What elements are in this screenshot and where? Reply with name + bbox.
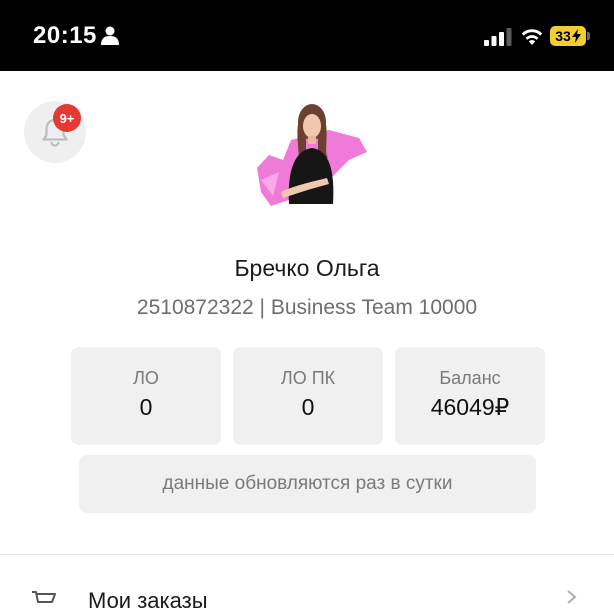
stat-card-lo-pk[interactable]: ЛО ПК 0	[233, 347, 383, 445]
notification-badge: 9+	[53, 104, 81, 132]
stat-card-balance[interactable]: Баланс 46049₽	[395, 347, 545, 445]
person-icon	[101, 26, 119, 45]
cart-icon	[32, 591, 56, 603]
stat-label: ЛО ПК	[280, 368, 336, 388]
battery-level: 33	[555, 28, 571, 44]
battery-icon: 33	[550, 26, 586, 46]
user-id-team: 2510872322 | Business Team 10000	[136, 296, 478, 319]
avatar[interactable]	[249, 100, 371, 212]
divider	[0, 554, 614, 555]
status-time: 20:15	[33, 22, 97, 49]
wifi-icon	[521, 29, 543, 45]
menu-item-label: Мои заказы	[88, 588, 208, 613]
signal-icon	[484, 28, 512, 46]
update-info-note: данные обновляются раз в сутки	[79, 455, 536, 513]
battery-tip	[587, 32, 590, 40]
status-bar: 20:15 33	[0, 0, 614, 71]
stat-value: 0	[301, 394, 315, 420]
user-name: Бречко Ольга	[234, 255, 380, 281]
stat-value: 46049₽	[430, 394, 510, 420]
stat-card-lo[interactable]: ЛО 0	[71, 347, 221, 445]
chevron-right-icon	[567, 590, 577, 604]
update-info-text: данные обновляются раз в сутки	[162, 473, 453, 494]
menu-item-my-orders[interactable]: Мои заказы	[0, 556, 614, 613]
stat-label: Баланс	[439, 368, 501, 388]
stat-value: 0	[139, 394, 153, 420]
stat-label: ЛО	[133, 368, 159, 388]
charging-bolt-icon	[571, 29, 581, 43]
